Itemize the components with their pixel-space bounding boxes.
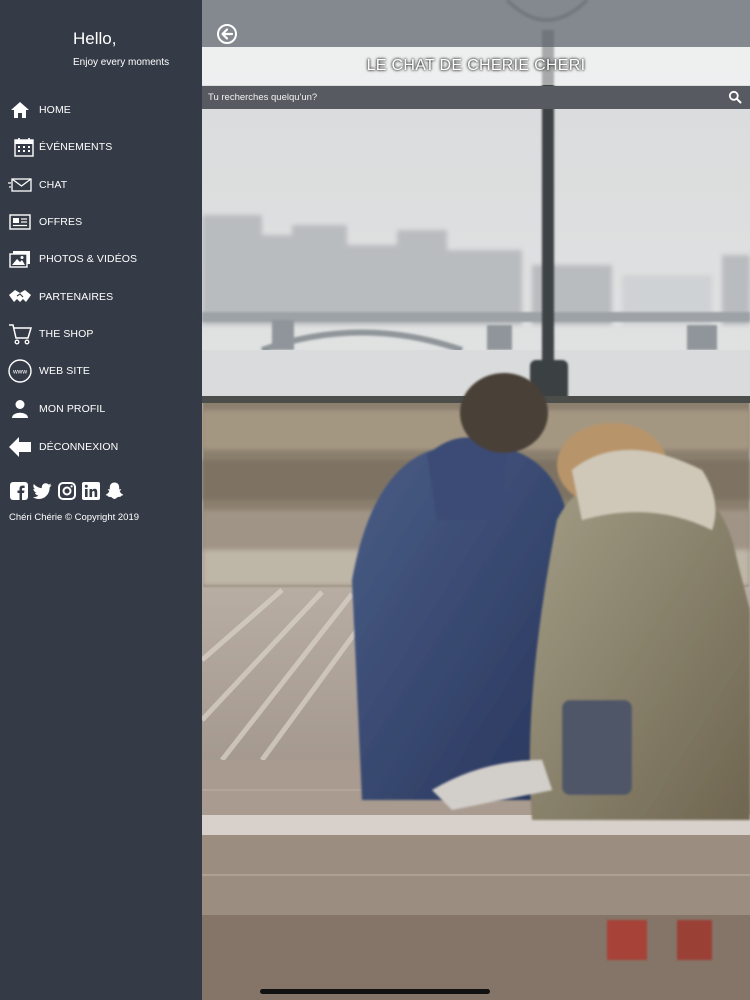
instagram-icon[interactable]: [57, 481, 76, 500]
sidebar-item-label: OFFRES: [39, 216, 83, 228]
sidebar-item-offres[interactable]: OFFRES: [0, 204, 202, 240]
images-icon: [8, 248, 32, 270]
linkedin-icon[interactable]: [81, 481, 100, 500]
facebook-icon[interactable]: [9, 481, 28, 500]
calendar-icon: [12, 136, 36, 158]
sidebar-item-home[interactable]: HOME: [0, 92, 202, 128]
greeting: Hello,: [73, 29, 117, 48]
sidebar-item-deconnexion[interactable]: DÉCONNEXION: [0, 429, 202, 465]
top-bar: [202, 0, 750, 47]
sidebar-item-the-shop[interactable]: THE SHOP: [0, 316, 202, 352]
home-indicator: [260, 989, 490, 994]
svg-text:www: www: [12, 369, 27, 376]
home-icon: [8, 99, 32, 121]
page-title: LE CHAT DE CHERIE CHERI: [366, 57, 586, 74]
sidebar-item-chat[interactable]: CHAT: [0, 167, 202, 203]
sidebar-item-label: CHAT: [39, 179, 68, 191]
main-panel: LE CHAT DE CHERIE CHERI: [202, 0, 750, 1000]
social-links: [9, 481, 124, 500]
sidebar-item-label: PARTENAIRES: [39, 291, 114, 303]
cart-icon: [8, 323, 32, 345]
sidebar-item-photos-videos[interactable]: PHOTOS & VIDÉOS: [0, 241, 202, 277]
copyright-text: Chéri Chérie © Copyright 2019: [9, 512, 140, 523]
title-bar: LE CHAT DE CHERIE CHERI: [202, 47, 750, 85]
search-icon[interactable]: [728, 90, 742, 104]
sidebar-item-label: HOME: [39, 104, 71, 116]
envelope-icon: [8, 174, 32, 196]
sidebar-menu: Hello, Enjoy every moments HOME ÉVÉNEMEN…: [0, 0, 202, 1000]
back-icon[interactable]: [216, 23, 238, 45]
arrow-left-icon: [8, 436, 32, 458]
sidebar-item-label: DÉCONNEXION: [39, 441, 119, 453]
sidebar-item-web-site[interactable]: www WEB SITE: [0, 353, 202, 389]
tagline: Enjoy every moments: [73, 57, 170, 68]
sidebar-item-mon-profil[interactable]: MON PROFIL: [0, 391, 202, 427]
sidebar-item-partenaires[interactable]: PARTENAIRES: [0, 279, 202, 315]
sidebar-item-evenements[interactable]: ÉVÉNEMENTS: [0, 129, 202, 165]
background-photo: [202, 0, 750, 1000]
www-icon: www: [8, 359, 32, 383]
user-icon: [8, 398, 32, 420]
search-input[interactable]: [208, 89, 718, 106]
search-bar: [202, 86, 750, 109]
twitter-icon[interactable]: [33, 481, 52, 500]
sidebar-item-label: PHOTOS & VIDÉOS: [39, 253, 138, 265]
sidebar-item-label: WEB SITE: [39, 365, 90, 377]
newspaper-icon: [8, 211, 32, 233]
handshake-icon: [8, 286, 32, 308]
sidebar-item-label: THE SHOP: [39, 328, 94, 340]
sidebar-item-label: MON PROFIL: [39, 403, 106, 415]
snapchat-icon[interactable]: [105, 481, 124, 500]
sidebar-item-label: ÉVÉNEMENTS: [39, 141, 113, 153]
